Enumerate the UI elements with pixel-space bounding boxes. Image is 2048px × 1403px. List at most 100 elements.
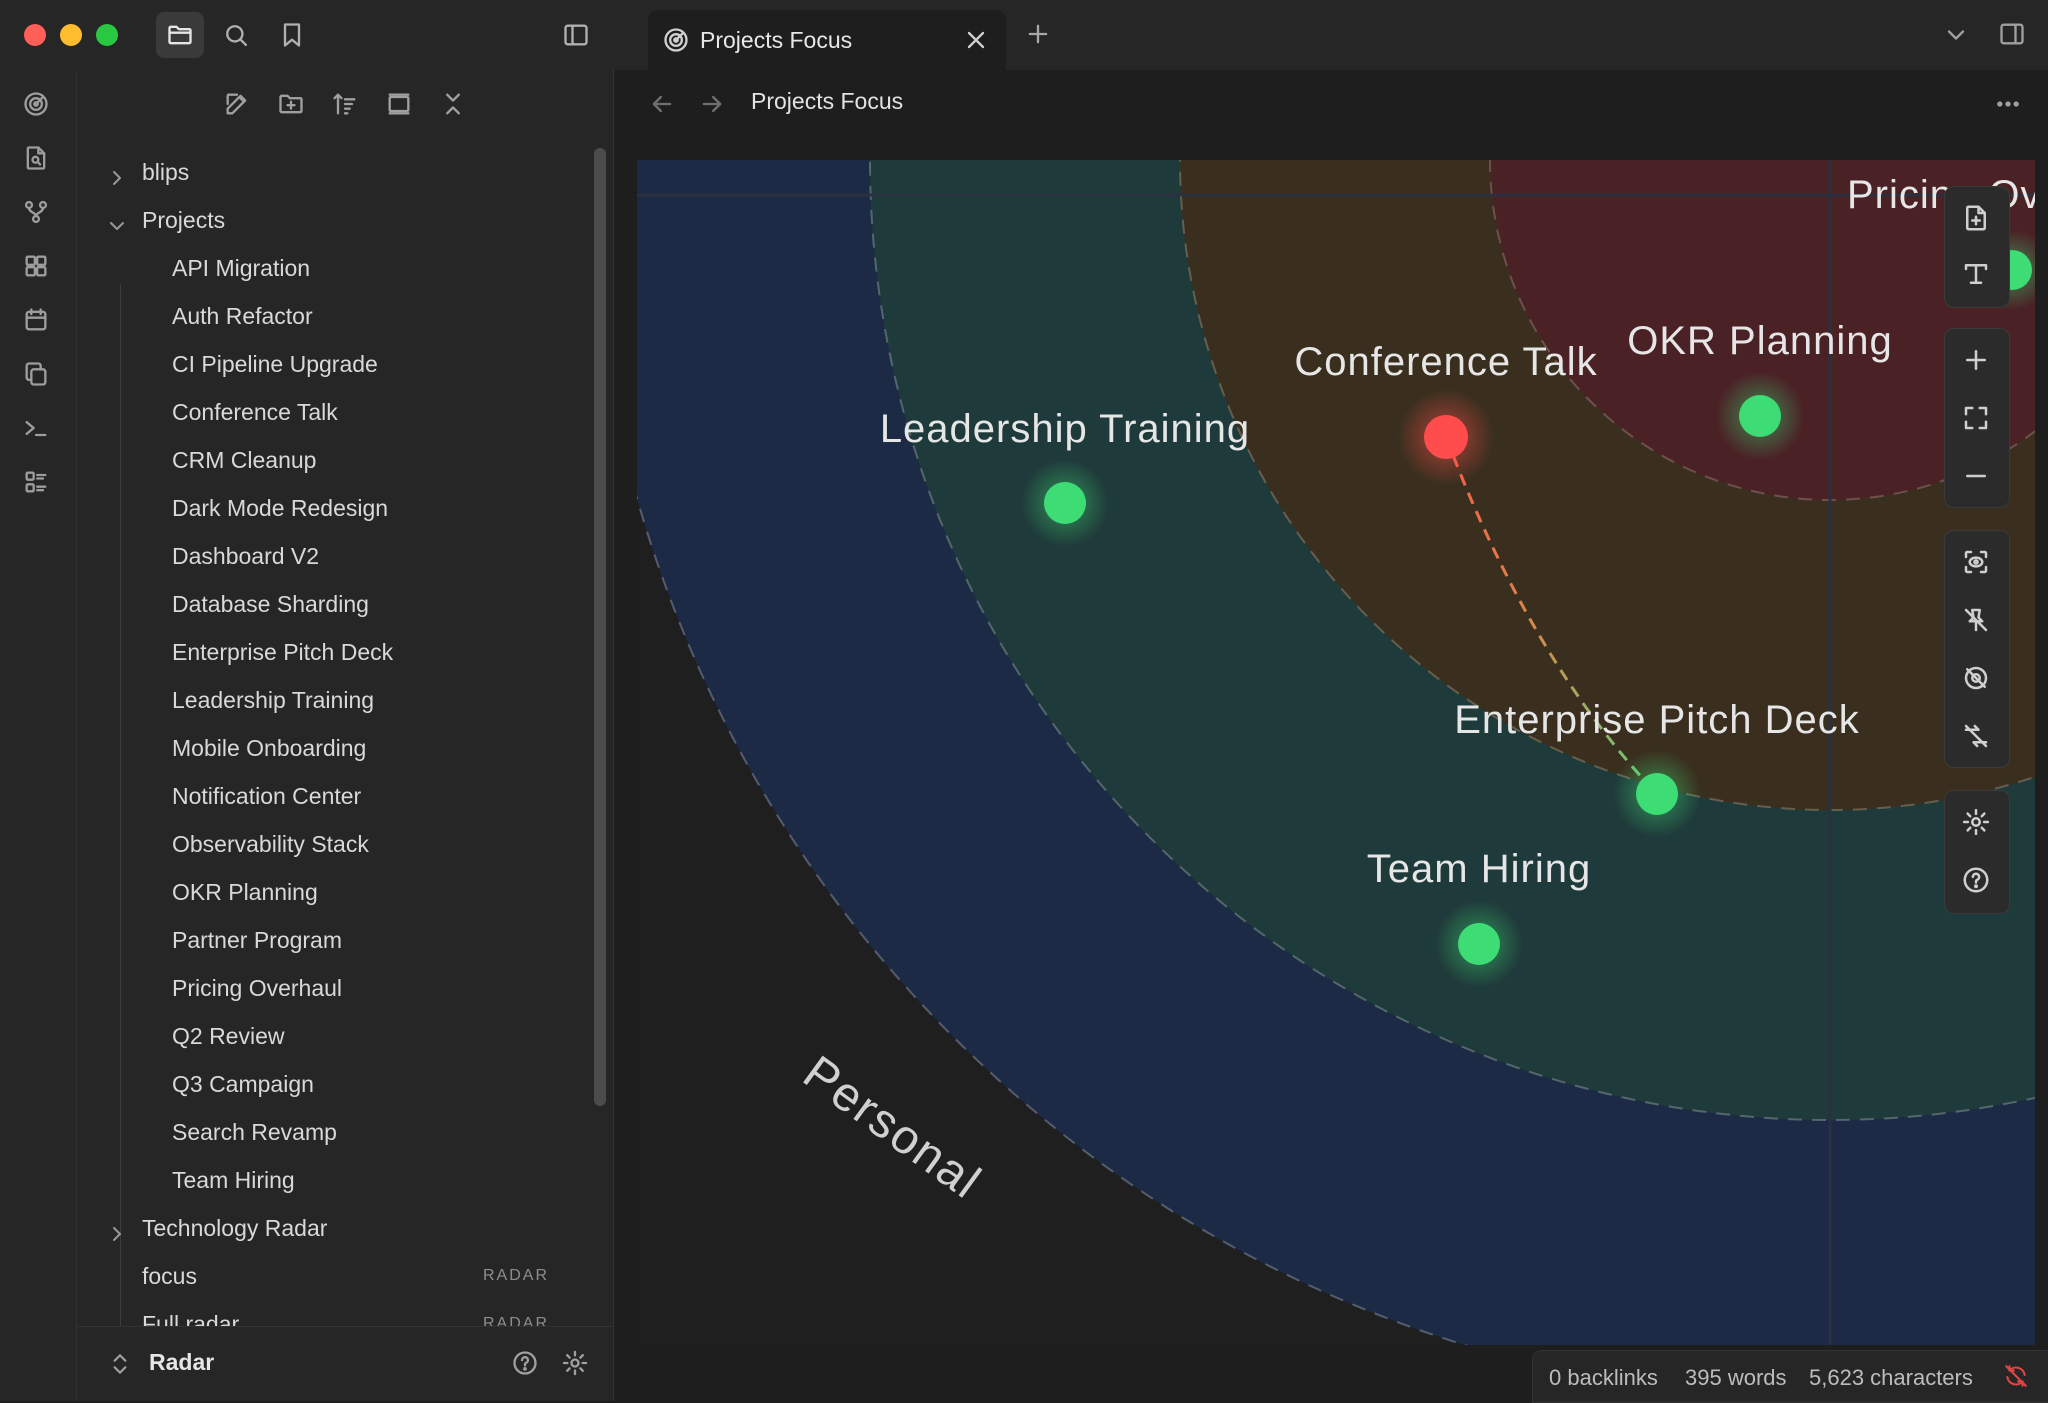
file-item[interactable]: Search Revamp	[172, 1110, 337, 1154]
focus-button[interactable]	[1961, 547, 1993, 579]
file-item[interactable]: Q3 Campaign	[172, 1062, 314, 1106]
vault-name[interactable]: Radar	[149, 1349, 214, 1376]
collapse-all-button[interactable]	[439, 90, 467, 123]
file-item[interactable]: API Migration	[172, 246, 310, 290]
title-bar: Projects Focus	[0, 0, 2048, 70]
file-type-badge: RADAR	[483, 1267, 550, 1284]
ribbon-list[interactable]	[22, 468, 52, 498]
file-item[interactable]: Database Sharding	[172, 582, 369, 626]
settings-icon	[1962, 808, 1990, 836]
chevron-up-down-icon[interactable]	[107, 1351, 133, 1377]
chevron-right-icon[interactable]	[105, 160, 129, 185]
auto-reveal-button[interactable]	[385, 90, 413, 123]
chevron-right-icon[interactable]	[105, 1216, 129, 1241]
file-search-icon	[26, 146, 46, 170]
blip-label: Conference Talk	[1294, 340, 1597, 384]
folder-technology-radar[interactable]: Technology Radar	[77, 1206, 597, 1250]
canvas-help-button[interactable]	[1961, 865, 1993, 897]
close-window-button[interactable]	[24, 24, 46, 46]
new-file-button[interactable]	[1961, 203, 1993, 235]
radar-canvas[interactable]: Personal Leadership Training Conference …	[637, 160, 2035, 1345]
sync-off-icon[interactable]	[2003, 1363, 2029, 1389]
help-icon	[1963, 867, 1989, 893]
ribbon-file-search[interactable]	[22, 144, 52, 174]
folder-projects[interactable]: Projects	[77, 198, 597, 242]
file-item[interactable]: Notification Center	[172, 774, 361, 818]
file-item[interactable]: OKR Planning	[172, 870, 318, 914]
unlink-icon	[1964, 724, 1988, 748]
zoom-out-button[interactable]	[1961, 461, 1993, 493]
search-button[interactable]	[212, 12, 260, 58]
gear-icon[interactable]	[561, 1349, 589, 1377]
file-item[interactable]: Enterprise Pitch Deck	[172, 630, 393, 674]
file-item[interactable]: Q2 Review	[172, 1014, 284, 1058]
backlinks-count[interactable]: 0 backlinks	[1549, 1365, 1658, 1391]
help-icon[interactable]	[511, 1349, 539, 1377]
folder-label: blips	[142, 159, 190, 185]
folder-blips[interactable]: blips	[77, 150, 597, 194]
sort-button[interactable]	[331, 90, 359, 123]
more-horizontal-icon[interactable]	[1994, 90, 2022, 118]
canvas-settings-button[interactable]	[1961, 807, 1993, 839]
canvas-controls-file	[1944, 186, 2010, 308]
new-note-button[interactable]	[223, 90, 251, 123]
view-title[interactable]: Projects Focus	[751, 88, 903, 115]
file-item[interactable]: Observability Stack	[172, 822, 369, 866]
new-file-icon	[1966, 205, 1986, 231]
folder-icon	[168, 25, 192, 45]
sidebar-scrollbar[interactable]	[594, 148, 606, 1106]
ribbon-canvas[interactable]	[22, 252, 52, 282]
blip-label: Enterprise Pitch Deck	[1454, 698, 1860, 742]
calendar-icon	[25, 308, 47, 331]
text-format-button[interactable]	[1961, 259, 1993, 291]
ribbon-command-palette[interactable]	[22, 414, 52, 444]
unlink-button[interactable]	[1961, 721, 1993, 753]
file-item[interactable]: CRM Cleanup	[172, 438, 316, 482]
ribbon-templates[interactable]	[22, 360, 52, 390]
ribbon-daily-note[interactable]	[22, 306, 52, 336]
hide-button[interactable]	[1961, 663, 1993, 695]
hide-icon	[1964, 666, 1988, 690]
git-fork-icon	[24, 200, 48, 224]
close-icon[interactable]	[962, 26, 990, 54]
bookmarks-button[interactable]	[268, 12, 316, 58]
chevron-down-icon[interactable]	[105, 208, 129, 232]
text-format-icon	[1964, 264, 1988, 284]
file-item-focus[interactable]: focus RADAR	[77, 1254, 597, 1298]
list-icon	[25, 471, 47, 493]
arrow-left-icon[interactable]	[648, 90, 676, 118]
right-sidebar-icon[interactable]	[1998, 20, 2026, 48]
copy-icon	[25, 362, 47, 386]
new-folder-button[interactable]	[277, 90, 305, 123]
minimize-window-button[interactable]	[60, 24, 82, 46]
plus-icon[interactable]	[1024, 20, 1052, 48]
file-item[interactable]: Leadership Training	[172, 678, 374, 722]
radar-icon	[664, 28, 688, 52]
unpin-button[interactable]	[1961, 605, 1993, 637]
reveal-icon	[388, 93, 410, 115]
file-explorer-button[interactable]	[156, 12, 204, 58]
chevron-down-icon[interactable]	[1942, 21, 1970, 49]
fit-screen-button[interactable]	[1961, 403, 1993, 435]
file-item[interactable]: Mobile Onboarding	[172, 726, 366, 770]
ribbon	[0, 70, 77, 1401]
tab-projects-focus[interactable]: Projects Focus	[648, 10, 1006, 70]
sidebar-toggle-icon	[564, 24, 588, 46]
layout-grid-icon	[25, 255, 47, 277]
file-item[interactable]: Team Hiring	[172, 1158, 295, 1202]
file-item[interactable]: Dark Mode Redesign	[172, 486, 388, 530]
file-item[interactable]: CI Pipeline Upgrade	[172, 342, 378, 386]
ribbon-graph[interactable]	[22, 198, 52, 228]
left-sidebar-toggle[interactable]	[552, 12, 600, 58]
file-item[interactable]: Pricing Overhaul	[172, 966, 342, 1010]
file-item[interactable]: Auth Refactor	[172, 294, 313, 338]
zoom-in-button[interactable]	[1961, 345, 1993, 377]
arrow-right-icon[interactable]	[698, 90, 726, 118]
file-item[interactable]: Dashboard V2	[172, 534, 319, 578]
view-header: Projects Focus	[614, 70, 2048, 160]
zoom-window-button[interactable]	[96, 24, 118, 46]
file-item[interactable]: Conference Talk	[172, 390, 338, 434]
ribbon-radar[interactable]	[22, 90, 52, 120]
folder-label: Technology Radar	[142, 1215, 328, 1241]
file-item[interactable]: Partner Program	[172, 918, 342, 962]
